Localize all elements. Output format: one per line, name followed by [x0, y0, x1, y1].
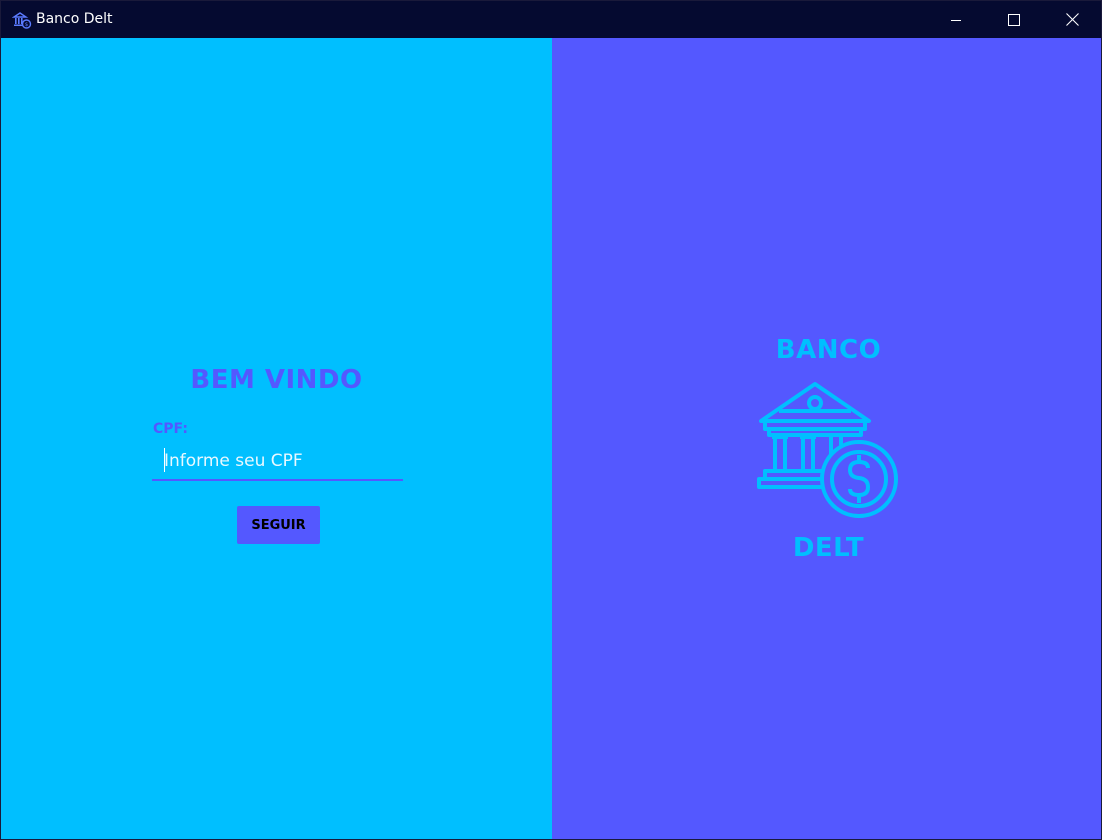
brand-panel: BANCO DELT — [552, 38, 1101, 839]
close-button[interactable] — [1043, 1, 1101, 38]
bank-building-dollar-icon — [757, 382, 898, 518]
login-panel: BEM VINDO CPF: SEGUIR — [1, 38, 552, 839]
text-caret — [164, 448, 165, 472]
minimize-icon — [951, 19, 961, 21]
brand-name-top: BANCO — [775, 335, 882, 365]
title-bar[interactable]: $ Banco Delt — [1, 1, 1101, 38]
close-icon — [1065, 13, 1079, 26]
maximize-icon — [1008, 13, 1020, 26]
maximize-button[interactable] — [985, 1, 1043, 38]
window-title: Banco Delt — [36, 11, 113, 27]
bank-coin-icon: $ — [12, 12, 32, 29]
welcome-heading: BEM VINDO — [190, 365, 363, 395]
brand-name-bottom: DELT — [792, 533, 865, 563]
cpf-input[interactable] — [152, 443, 403, 481]
minimize-button[interactable] — [927, 1, 985, 38]
cpf-label: CPF: — [153, 421, 188, 437]
svg-text:$: $ — [25, 22, 29, 28]
app-window: $ Banco Delt BEM VINDO CPF: SEGUIR BANCO — [0, 0, 1102, 840]
seguir-button[interactable]: SEGUIR — [237, 506, 320, 544]
